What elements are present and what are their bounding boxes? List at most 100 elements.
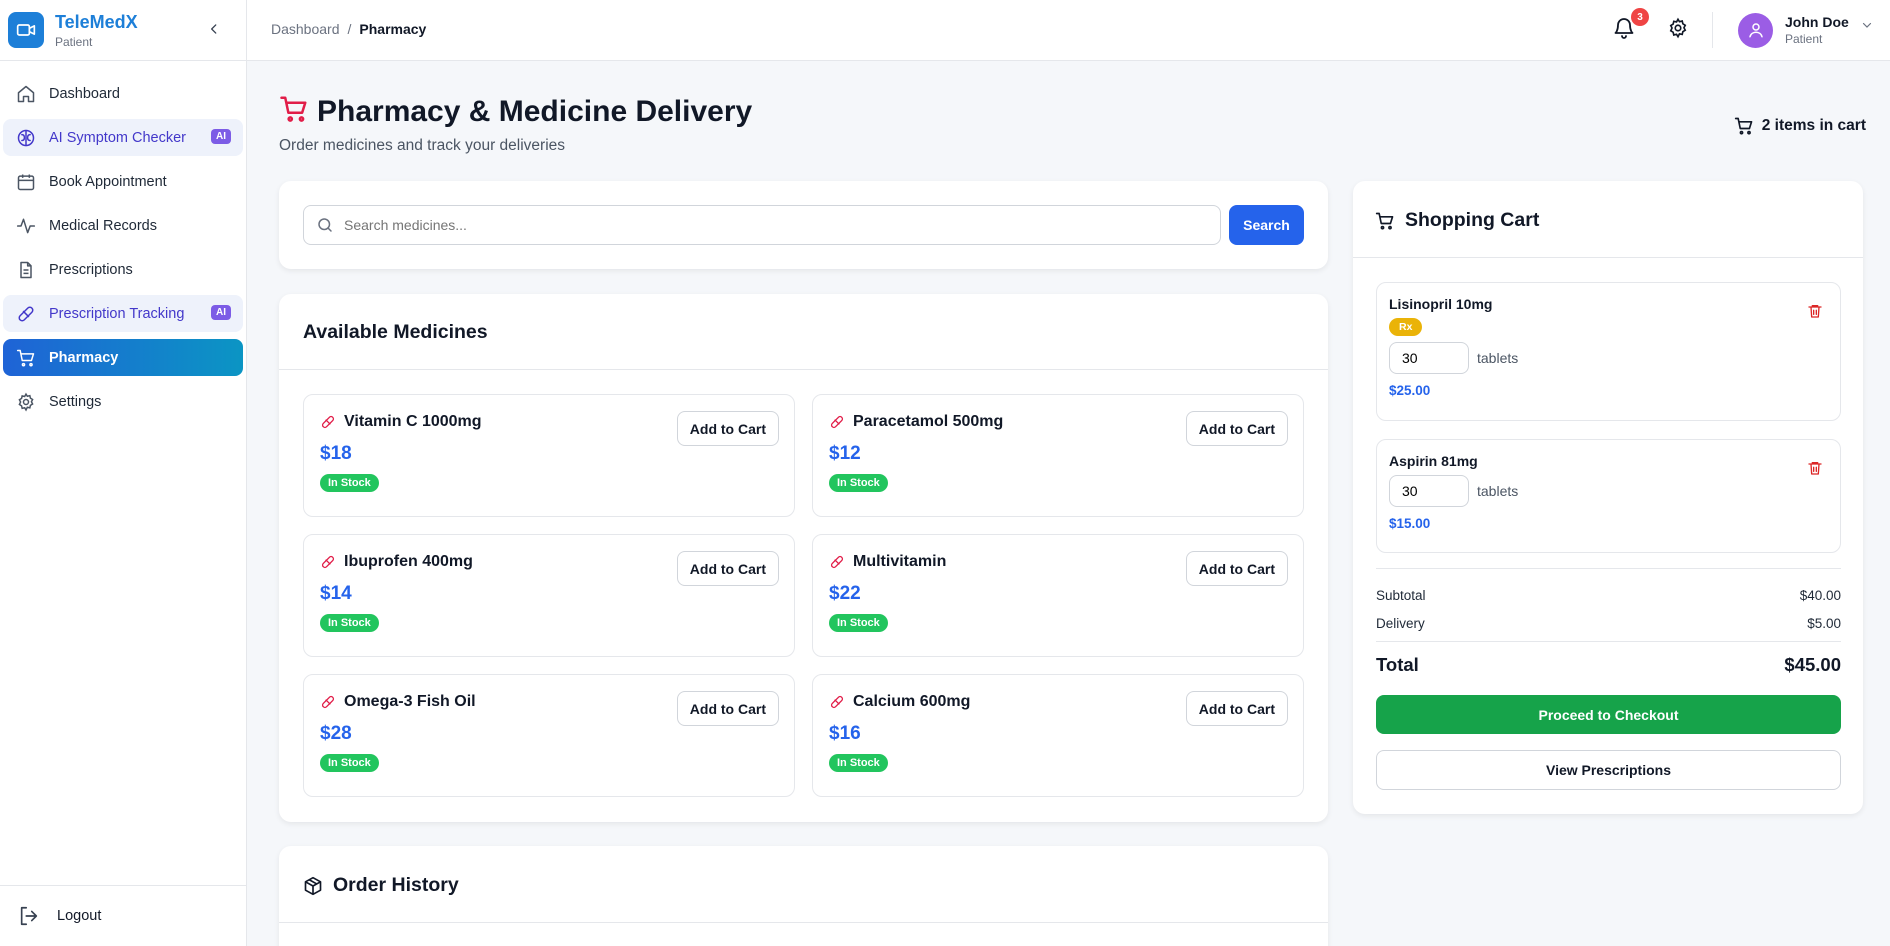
add-to-cart-button[interactable]: Add to Cart xyxy=(1185,551,1288,586)
settings-button[interactable] xyxy=(1667,17,1689,44)
sidebar-item-prescription-tracking[interactable]: Prescription Tracking AI xyxy=(3,295,243,332)
add-to-cart-button[interactable]: Add to Cart xyxy=(676,691,779,726)
rx-badge: Rx xyxy=(1389,318,1423,336)
cart-icon xyxy=(279,94,309,129)
subtotal-label: Subtotal xyxy=(1376,588,1426,603)
available-medicines-card: Available Medicines Vitamin C 1000mg $18… xyxy=(279,294,1328,822)
medicine-price: $22 xyxy=(829,583,861,604)
view-prescriptions-button[interactable]: View Prescriptions xyxy=(1376,750,1841,790)
brand-role: Patient xyxy=(55,34,93,49)
trash-icon xyxy=(1808,462,1822,475)
sidebar-item-medical-records[interactable]: Medical Records xyxy=(3,207,243,244)
quantity-input[interactable] xyxy=(1389,342,1469,374)
medicine-name: Ibuprofen 400mg xyxy=(344,553,473,570)
package-icon xyxy=(303,876,323,896)
ai-badge: AI xyxy=(211,305,231,320)
search-button[interactable]: Search xyxy=(1229,205,1304,245)
user-icon xyxy=(1748,23,1763,38)
logout-icon xyxy=(18,905,40,927)
breadcrumb-dashboard-link[interactable]: Dashboard xyxy=(271,21,340,37)
section-divider xyxy=(1353,257,1863,258)
sidebar-item-dashboard[interactable]: Dashboard xyxy=(3,75,243,112)
stock-badge: In Stock xyxy=(829,474,888,492)
stock-badge: In Stock xyxy=(320,474,379,492)
cart-count-label: 2 items in cart xyxy=(1761,117,1866,134)
stock-badge: In Stock xyxy=(320,754,379,772)
sidebar-item-label: AI Symptom Checker xyxy=(49,129,186,146)
medicine-price: $16 xyxy=(829,723,861,744)
delivery-value: $5.00 xyxy=(1807,616,1841,631)
sidebar-item-settings[interactable]: Settings xyxy=(3,383,243,420)
pill-icon xyxy=(829,554,845,570)
add-to-cart-button[interactable]: Add to Cart xyxy=(1185,411,1288,446)
search-input[interactable] xyxy=(344,217,1194,233)
user-name: John Doe xyxy=(1785,14,1849,30)
sidebar-item-label: Dashboard xyxy=(49,85,120,102)
header-divider xyxy=(1712,12,1713,48)
add-to-cart-button[interactable]: Add to Cart xyxy=(676,411,779,446)
add-to-cart-button[interactable]: Add to Cart xyxy=(1185,691,1288,726)
cart-item-name: Aspirin 81mg xyxy=(1389,453,1478,469)
pill-icon xyxy=(320,414,336,430)
search-card: Search xyxy=(279,181,1328,269)
sidebar-item-ai-symptom-checker[interactable]: AI Symptom Checker AI xyxy=(3,119,243,156)
pill-icon xyxy=(320,694,336,710)
sidebar-item-prescriptions[interactable]: Prescriptions xyxy=(3,251,243,288)
collapse-sidebar-button[interactable] xyxy=(204,18,224,40)
total-label: Total xyxy=(1376,654,1419,675)
medicine-name: Calcium 600mg xyxy=(853,693,971,710)
pill-icon xyxy=(15,303,37,325)
cart-item-name: Lisinopril 10mg xyxy=(1389,296,1493,312)
total-row: Total $45.00 xyxy=(1376,654,1841,676)
sidebar-nav: Dashboard AI Symptom Checker AI Book App… xyxy=(0,61,246,420)
section-divider xyxy=(279,369,1328,370)
proceed-to-checkout-button[interactable]: Proceed to Checkout xyxy=(1376,695,1841,734)
medicine-item: Paracetamol 500mg $12 In Stock Add to Ca… xyxy=(812,394,1304,517)
sidebar-item-pharmacy[interactable]: Pharmacy xyxy=(3,339,243,376)
medicine-item: Vitamin C 1000mg $18 In Stock Add to Car… xyxy=(303,394,795,517)
cart-icon xyxy=(1375,211,1395,231)
order-history-card: Order History xyxy=(279,846,1328,946)
medicine-grid: Vitamin C 1000mg $18 In Stock Add to Car… xyxy=(303,394,1304,797)
user-menu[interactable]: John Doe Patient xyxy=(1738,11,1873,49)
remove-item-button[interactable] xyxy=(1807,460,1823,476)
quantity-unit: tablets xyxy=(1477,350,1519,366)
summary-divider xyxy=(1376,641,1841,642)
activity-icon xyxy=(15,215,37,237)
medicine-name: Omega-3 Fish Oil xyxy=(344,693,476,710)
cart-item-price: $25.00 xyxy=(1389,383,1431,398)
section-divider xyxy=(279,922,1328,923)
notification-count-badge: 3 xyxy=(1631,8,1649,26)
logout-button[interactable]: Logout xyxy=(0,885,247,946)
medicine-item: Ibuprofen 400mg $14 In Stock Add to Cart xyxy=(303,534,795,657)
medicine-item: Multivitamin $22 In Stock Add to Cart xyxy=(812,534,1304,657)
medicine-item: Calcium 600mg $16 In Stock Add to Cart xyxy=(812,674,1304,797)
cart-item: Aspirin 81mg tablets $15.00 xyxy=(1376,439,1841,553)
cart-count-indicator[interactable]: 2 items in cart xyxy=(1734,116,1866,136)
top-header: Dashboard / Pharmacy 3 John Doe Patient xyxy=(247,0,1890,61)
add-to-cart-button[interactable]: Add to Cart xyxy=(676,551,779,586)
page-title: Pharmacy & Medicine Delivery xyxy=(279,94,752,129)
gear-icon xyxy=(15,391,37,413)
delivery-row: Delivery $5.00 xyxy=(1376,616,1841,631)
sidebar-item-label: Settings xyxy=(49,393,102,410)
file-text-icon xyxy=(15,259,37,281)
breadcrumb: Dashboard / Pharmacy xyxy=(271,21,426,37)
stock-badge: In Stock xyxy=(829,614,888,632)
stock-badge: In Stock xyxy=(320,614,379,632)
logout-label: Logout xyxy=(57,908,102,924)
sidebar-item-label: Prescriptions xyxy=(49,261,133,278)
sidebar-item-book-appointment[interactable]: Book Appointment xyxy=(3,163,243,200)
quantity-input[interactable] xyxy=(1389,475,1469,507)
ai-badge: AI xyxy=(211,129,231,144)
chevron-down-icon xyxy=(1861,18,1873,36)
remove-item-button[interactable] xyxy=(1807,303,1823,319)
cart-icon xyxy=(15,347,37,369)
sidebar-item-label: Pharmacy xyxy=(49,349,119,366)
total-value: $45.00 xyxy=(1784,654,1841,675)
sidebar-item-label: Prescription Tracking xyxy=(49,305,185,322)
quantity-unit: tablets xyxy=(1477,483,1519,499)
gear-icon xyxy=(1669,17,1687,39)
cart-item: Lisinopril 10mg Rx tablets $25.00 xyxy=(1376,282,1841,421)
sidebar-item-label: Medical Records xyxy=(49,217,157,234)
